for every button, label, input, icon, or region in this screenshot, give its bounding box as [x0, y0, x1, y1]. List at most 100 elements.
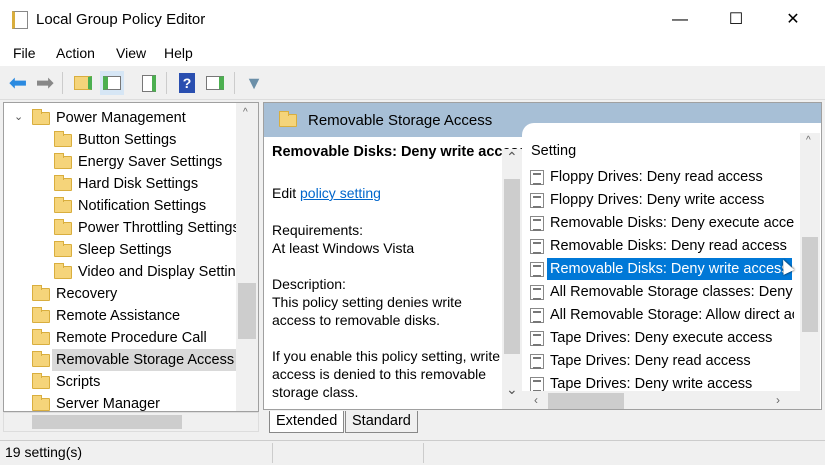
policy-setting-icon [530, 239, 544, 254]
tree-item-label: Sleep Settings [78, 242, 172, 258]
tree-item-label: Remote Procedure Call [56, 330, 207, 346]
setting-label: Floppy Drives: Deny write access [550, 192, 765, 208]
folder-icon [32, 351, 50, 367]
minimize-button[interactable]: — [668, 8, 692, 32]
show-hide-action-pane-icon[interactable] [203, 71, 227, 95]
up-folder-icon[interactable] [71, 71, 95, 95]
tab-extended[interactable]: Extended [269, 411, 345, 433]
tree-horizontal-scrollbar[interactable] [3, 412, 259, 432]
title-bar: Local Group Policy Editor — ☐ ✕ [0, 0, 825, 40]
setting-label: All Removable Storage classes: Deny all … [550, 284, 794, 300]
setting-row[interactable]: Removable Disks: Deny read access [526, 235, 794, 257]
show-hide-tree-icon[interactable] [100, 71, 124, 95]
policy-setting-icon [530, 308, 544, 323]
menu-file[interactable]: File [13, 45, 36, 61]
list-vertical-scrollbar[interactable]: ^ [800, 133, 820, 391]
setting-row[interactable]: All Removable Storage: Allow direct acce… [526, 304, 794, 326]
menu-bar: File Action View Help [0, 40, 825, 66]
separator [234, 72, 235, 94]
status-bar: 19 setting(s) [0, 440, 825, 465]
tree-item[interactable]: Power Throttling Settings [4, 217, 240, 239]
tab-standard[interactable]: Standard [345, 411, 418, 433]
setting-row[interactable]: Floppy Drives: Deny write access [526, 189, 794, 211]
tree-item[interactable]: Sleep Settings [4, 239, 236, 261]
setting-row[interactable]: Removable Disks: Deny write access [526, 258, 794, 280]
folder-icon [54, 197, 72, 213]
settings-list: Setting Floppy Drives: Deny read access F… [522, 123, 821, 409]
folder-icon [279, 111, 297, 127]
policy-title: Removable Disks: Deny write access [272, 144, 527, 160]
folder-icon [32, 395, 50, 411]
tree-item[interactable]: Energy Saver Settings [4, 151, 236, 173]
separator [62, 72, 63, 94]
setting-row[interactable]: Tape Drives: Deny execute access [526, 327, 794, 349]
setting-row[interactable]: Floppy Drives: Deny read access [526, 166, 794, 188]
setting-row[interactable]: All Removable Storage classes: Deny all … [526, 281, 794, 303]
folder-icon [54, 263, 72, 279]
tree-item[interactable]: Remote Assistance [4, 305, 236, 327]
app-icon [12, 11, 28, 29]
setting-label: Removable Disks: Deny write access [547, 258, 792, 280]
toolbar: ⬅ ➡ ? ▼ [0, 66, 825, 100]
edit-prefix: Edit [272, 185, 297, 201]
close-button[interactable]: ✕ [781, 8, 805, 32]
tree-vertical-scrollbar[interactable]: ^ [236, 103, 258, 411]
description-scrollbar[interactable]: ⌃ ⌄ [502, 149, 522, 409]
tree-item-label: Power Throttling Settings [78, 220, 240, 236]
tree-item[interactable]: Notification Settings [4, 195, 236, 217]
setting-row[interactable]: Removable Disks: Deny execute access [526, 212, 794, 234]
tree-item[interactable]: Remote Procedure Call [4, 327, 236, 349]
policy-setting-icon [530, 331, 544, 346]
folder-icon [32, 307, 50, 323]
tree-item[interactable]: Video and Display Settings [4, 261, 251, 283]
setting-label: Floppy Drives: Deny read access [550, 169, 763, 185]
folder-icon [32, 373, 50, 389]
export-list-icon[interactable] [137, 71, 161, 95]
column-header-setting[interactable]: Setting [531, 143, 576, 159]
description-text: This policy setting denies write access … [272, 294, 462, 328]
view-tabs: Extended Standard [263, 411, 822, 435]
setting-label: All Removable Storage: Allow direct acce… [550, 307, 794, 323]
tree-item-label: Server Manager [56, 396, 160, 412]
tree-item[interactable]: Server Manager [4, 393, 236, 412]
help-icon[interactable]: ? [175, 71, 199, 95]
window-title: Local Group Policy Editor [36, 11, 206, 28]
forward-icon[interactable]: ➡ [33, 70, 57, 95]
chevron-down-icon[interactable]: ⌄ [14, 106, 23, 128]
tree-item-label: Button Settings [78, 132, 177, 148]
menu-view[interactable]: View [116, 45, 146, 61]
tree-item[interactable]: Recovery [4, 283, 236, 305]
back-icon[interactable]: ⬅ [6, 70, 30, 95]
policy-setting-icon [530, 193, 544, 208]
folder-icon [54, 241, 72, 257]
menu-action[interactable]: Action [56, 45, 95, 61]
tree-item-label: Video and Display Settings [78, 264, 252, 280]
tree-item[interactable]: Hard Disk Settings [4, 173, 236, 195]
tree-item-label: Notification Settings [78, 198, 207, 214]
menu-help[interactable]: Help [164, 45, 193, 61]
folder-icon [54, 131, 72, 147]
tree-item-label: Scripts [56, 374, 101, 390]
policy-setting-icon [530, 285, 544, 300]
folder-icon [54, 175, 72, 191]
policy-setting-icon [530, 262, 544, 277]
policy-setting-icon [530, 170, 544, 185]
setting-row[interactable]: Tape Drives: Deny read access [526, 350, 794, 372]
description-label: Description: [272, 276, 346, 292]
policy-setting-icon [530, 377, 544, 392]
tree-item[interactable]: Removable Storage Access [4, 349, 239, 371]
status-text: 19 setting(s) [5, 444, 83, 460]
folder-icon [32, 109, 50, 125]
policy-setting-link[interactable]: policy setting [300, 185, 381, 201]
list-horizontal-scrollbar[interactable]: ‹ › [522, 391, 820, 409]
maximize-button[interactable]: ☐ [724, 8, 748, 32]
setting-label: Tape Drives: Deny execute access [550, 330, 773, 346]
tree-item[interactable]: ⌄ Power Management [4, 107, 236, 129]
requirements-value: At least Windows Vista [272, 240, 415, 256]
tree-item[interactable]: Scripts [4, 371, 236, 393]
tree-item[interactable]: Button Settings [4, 129, 236, 151]
setting-label: Removable Disks: Deny execute access [550, 215, 794, 231]
requirements-label: Requirements: [272, 222, 364, 238]
details-pane: Removable Storage Access Removable Disks… [263, 102, 822, 410]
filter-icon[interactable]: ▼ [242, 71, 266, 95]
